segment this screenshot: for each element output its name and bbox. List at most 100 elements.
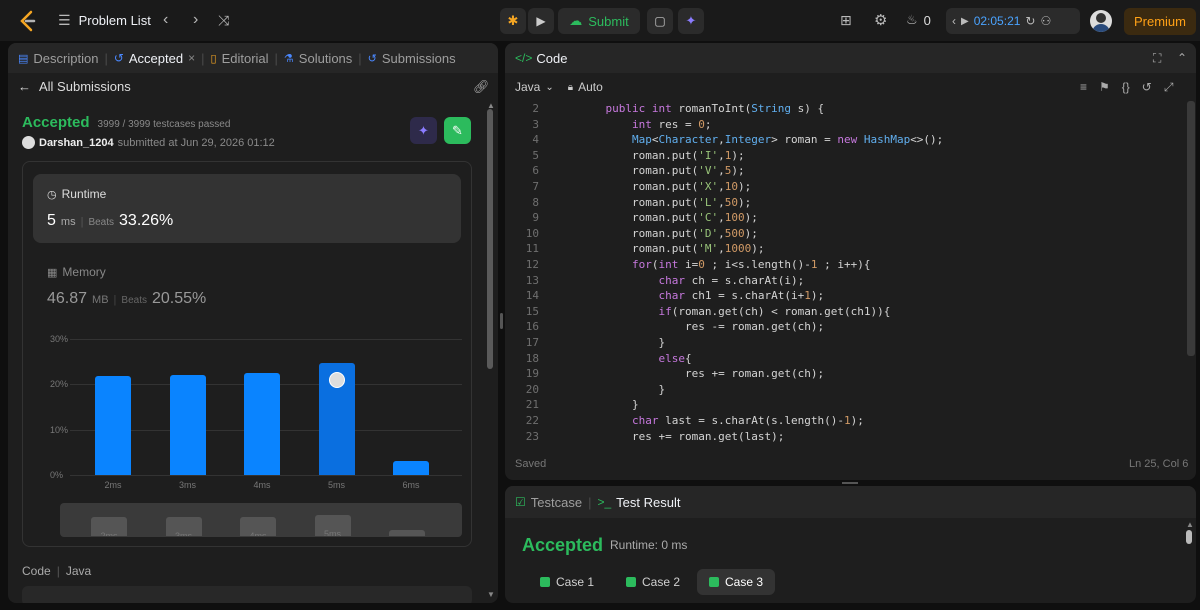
- case-3-label: Case 3: [725, 575, 764, 589]
- prev-problem-icon[interactable]: ‹: [163, 11, 168, 29]
- tab-testcase[interactable]: ☑ Testcase: [515, 495, 582, 510]
- code-line[interactable]: 4 Map<Character,Integer> roman = new Has…: [505, 132, 943, 148]
- code-line[interactable]: 3 int res = 0;: [505, 117, 711, 133]
- leetcode-logo[interactable]: [18, 10, 38, 32]
- tab-submissions[interactable]: ↺ Submissions: [368, 51, 456, 66]
- notes-button[interactable]: ▢: [647, 8, 673, 34]
- check-icon: [709, 577, 719, 587]
- line-number: 15: [525, 304, 539, 318]
- shuffle-icon[interactable]: ⤨: [218, 12, 229, 29]
- code-line[interactable]: 23 res += roman.get(last);: [505, 429, 785, 445]
- tab-testcase-label: Testcase: [530, 494, 583, 510]
- code-line[interactable]: 9 roman.put('C',100);: [505, 210, 757, 226]
- panel-splitter[interactable]: [500, 313, 503, 329]
- left-scrollbar[interactable]: ▲ ▼: [486, 101, 495, 601]
- code-line[interactable]: 11 roman.put('M',1000);: [505, 241, 765, 257]
- test-scrollbar[interactable]: ▲: [1186, 520, 1194, 600]
- code-line[interactable]: 22 char last = s.charAt(s.length()-1);: [505, 413, 864, 429]
- streak-count: 0: [923, 12, 931, 28]
- submitter-name[interactable]: Darshan_1204: [39, 137, 114, 149]
- brush-bar: 4ms: [240, 516, 276, 536]
- document-icon: ▤: [18, 52, 29, 65]
- add-user-icon[interactable]: ⚇: [1040, 14, 1051, 28]
- code-editor[interactable]: 2 public int romanToInt(String s) {3 int…: [505, 101, 1185, 447]
- code-line[interactable]: 2 public int romanToInt(String s) {: [505, 101, 824, 117]
- code-line[interactable]: 10 roman.put('D',500);: [505, 226, 758, 242]
- premium-button[interactable]: Premium: [1124, 8, 1196, 35]
- code-line[interactable]: 13 char ch = s.charAt(i);: [505, 273, 804, 289]
- bookmark-icon[interactable]: ⚑: [1099, 80, 1110, 95]
- code-line[interactable]: 15 if(roman.get(ch) < roman.get(ch1)){: [505, 304, 891, 320]
- layout-icon[interactable]: ⊞: [840, 12, 852, 29]
- tab-description[interactable]: ▤ Description: [18, 51, 98, 66]
- language-select[interactable]: Java ⌄: [515, 80, 554, 94]
- sparkle-icon: ✦: [685, 13, 697, 28]
- analyze-button[interactable]: ✦: [410, 117, 437, 144]
- code-line[interactable]: 21 }: [505, 397, 639, 413]
- auto-mode[interactable]: 🔒︎ Auto: [568, 80, 603, 94]
- line-number: 23: [525, 429, 539, 443]
- code-line[interactable]: 16 res -= roman.get(ch);: [505, 319, 824, 335]
- link-icon[interactable]: 🔗︎: [473, 79, 490, 95]
- case-2-tab[interactable]: Case 2: [614, 569, 692, 595]
- code-line[interactable]: 7 roman.put('X',10);: [505, 179, 751, 195]
- memory-beats: 20.55%: [151, 290, 207, 307]
- close-tab-icon[interactable]: ×: [188, 51, 195, 65]
- problem-list-button[interactable]: ☰ Problem List: [58, 12, 151, 29]
- submitter-avatar[interactable]: [22, 136, 35, 149]
- timer-reset-icon[interactable]: ↻: [1025, 14, 1035, 28]
- edit-button[interactable]: ✎: [444, 117, 471, 144]
- streak-counter[interactable]: ♨ 0: [906, 12, 931, 28]
- code-line[interactable]: 17 }: [505, 335, 665, 351]
- tab-accepted[interactable]: ↺ Accepted ×: [114, 51, 195, 66]
- run-button[interactable]: ▶: [528, 8, 554, 34]
- line-number: 17: [525, 336, 539, 349]
- code-line[interactable]: 20 }: [505, 382, 665, 398]
- left-panel: ▤ Description | ↺ Accepted × | ▯ Editorial |…: [8, 43, 498, 603]
- runtime-card[interactable]: ◷ Runtime 5 ms | Beats 33.26%: [33, 174, 461, 243]
- tab-test-result[interactable]: >_ Test Result: [597, 495, 680, 510]
- braces-icon[interactable]: {}: [1122, 80, 1130, 95]
- ai-assist-button[interactable]: ✦: [678, 8, 704, 34]
- format-icon[interactable]: ≡: [1080, 80, 1087, 95]
- back-to-submissions[interactable]: ← All Submissions: [18, 79, 131, 94]
- fullscreen-icon[interactable]: ⛶: [1153, 51, 1161, 66]
- timer-collapse-icon[interactable]: ‹: [952, 14, 956, 28]
- horizontal-splitter[interactable]: [842, 482, 858, 484]
- code-line[interactable]: 14 char ch1 = s.charAt(i+1);: [505, 288, 824, 304]
- code-line[interactable]: 6 roman.put('V',5);: [505, 163, 744, 179]
- submit-button[interactable]: ☁ Submit: [558, 8, 640, 34]
- expand-icon[interactable]: ⤢: [1164, 80, 1174, 95]
- settings-icon[interactable]: ⚙: [874, 11, 887, 29]
- test-runtime: Runtime: 0 ms: [610, 538, 688, 552]
- code-line[interactable]: 5 roman.put('I',1);: [505, 148, 744, 164]
- case-3-tab[interactable]: Case 3: [697, 569, 776, 595]
- code-line[interactable]: 8 roman.put('L',50);: [505, 195, 751, 211]
- next-problem-icon[interactable]: ›: [193, 11, 198, 29]
- flask-icon: ⚗: [283, 52, 294, 65]
- code-line[interactable]: 18 else{: [505, 351, 692, 367]
- code-text: roman.put('D',500);: [631, 226, 758, 240]
- collapse-icon[interactable]: ⌃: [1177, 51, 1187, 65]
- tab-solutions[interactable]: ⚗ Solutions: [284, 51, 352, 66]
- tab-accepted-label: Accepted: [128, 50, 184, 66]
- problem-list-label: Problem List: [78, 13, 151, 28]
- editor-scrollbar[interactable]: [1187, 101, 1195, 356]
- code-panel-title: Code: [536, 50, 568, 66]
- memory-card[interactable]: ▦ Memory 46.87 MB | Beats 20.55%: [33, 256, 461, 325]
- tab-editorial[interactable]: ▯ Editorial: [211, 51, 269, 66]
- reset-icon[interactable]: ↺: [1142, 80, 1152, 95]
- debug-button[interactable]: ✱: [500, 8, 526, 34]
- code-line[interactable]: 19 res += roman.get(ch);: [505, 366, 824, 382]
- check-icon: [626, 577, 636, 587]
- timer-widget[interactable]: ‹ ▶ 02:05:21 ↻ ⚇: [946, 8, 1080, 34]
- line-number: 20: [525, 382, 539, 396]
- case-1-tab[interactable]: Case 1: [528, 569, 606, 595]
- top-bar: ☰ Problem List ‹ › ⤨ ✱ ▶ ☁ Submit ▢ ✦ ⊞ …: [0, 0, 1200, 42]
- case-2-label: Case 2: [642, 575, 681, 589]
- timer-play-icon[interactable]: ▶: [961, 16, 969, 27]
- code-line[interactable]: 12 for(int i=0 ; i<s.length()-1 ; i++){: [505, 257, 871, 273]
- line-number: 14: [525, 289, 539, 303]
- user-avatar[interactable]: [1090, 10, 1112, 32]
- code-text: if(roman.get(ch) < roman.get(ch1)){: [658, 304, 891, 318]
